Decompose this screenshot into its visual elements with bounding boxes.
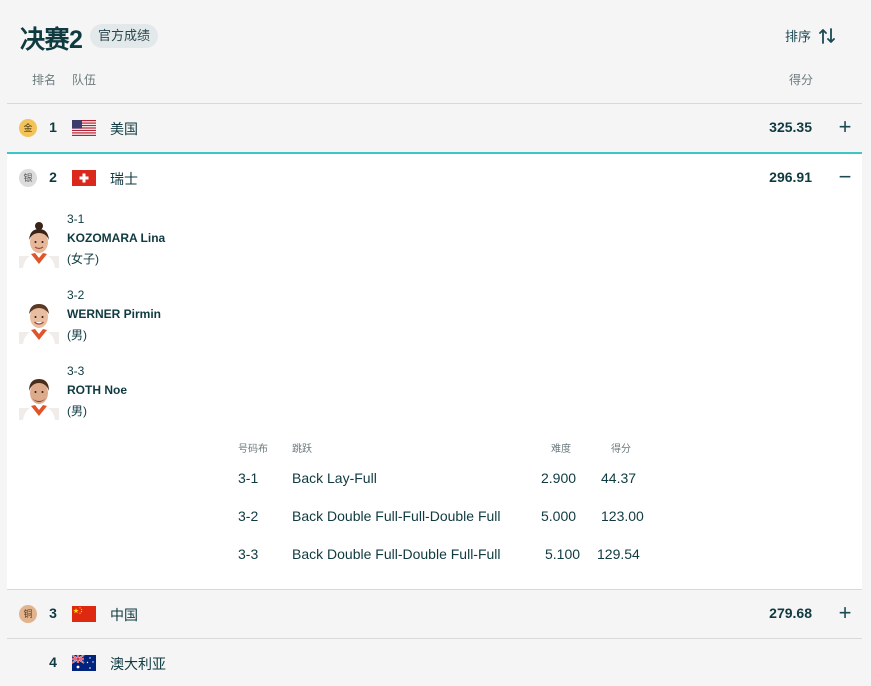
jumps-header-score: 得分	[611, 444, 631, 455]
gold-medal-icon: 金	[19, 119, 37, 137]
athlete-bib: 3-2	[67, 288, 85, 302]
jump-score: 129.54	[597, 546, 640, 562]
usa-flag-icon	[72, 120, 96, 136]
jump-bib: 3-2	[238, 508, 259, 524]
collapse-minus-icon[interactable]: −	[836, 166, 854, 188]
official-results-badge: 官方成绩	[90, 24, 159, 48]
jump-row: 3-3 Back Double Full-Double Full-Full 5.…	[7, 546, 862, 570]
athlete-item[interactable]: 3-2 WERNER Pirmin (男)	[19, 288, 319, 348]
column-header-team: 队伍	[72, 73, 97, 87]
expand-plus-icon[interactable]: +	[836, 116, 854, 138]
athlete-gender: (女子)	[67, 252, 99, 266]
jumps-header-bib: 号码布	[238, 444, 268, 455]
jumps-header-jump: 跳跃	[292, 444, 312, 455]
team-row-usa[interactable]: 金 1 美国 325.35 +	[7, 104, 862, 152]
team-name: 澳大利亚	[110, 656, 166, 672]
team-row-switzerland[interactable]: 银 2 瑞士 296.91 −	[7, 154, 862, 202]
sort-icon	[819, 27, 835, 44]
results-header: 决赛2 官方成绩 排序 排名 队伍 得分	[0, 0, 871, 104]
athlete-gender: (男)	[67, 404, 87, 418]
team-score: 279.68	[769, 605, 812, 621]
athlete-bib: 3-3	[67, 364, 85, 378]
jump-bib: 3-1	[238, 470, 259, 486]
athlete-avatar	[19, 379, 59, 420]
athlete-item[interactable]: 3-3 ROTH Noe (男)	[19, 364, 319, 424]
column-header-rank: 排名	[32, 73, 57, 87]
athlete-name: KOZOMARA Lina	[67, 231, 166, 245]
athlete-avatar	[19, 222, 59, 268]
page-title: 决赛2	[20, 26, 83, 54]
athlete-name: WERNER Pirmin	[67, 307, 162, 321]
jump-name: Back Lay-Full	[292, 470, 377, 486]
jump-name: Back Double Full-Double Full-Full	[292, 546, 501, 562]
athlete-item[interactable]: 3-1 KOZOMARA Lina (女子)	[19, 212, 319, 272]
team-name: 美国	[110, 121, 138, 137]
jump-bib: 3-3	[238, 546, 259, 562]
jump-score: 123.00	[601, 508, 644, 524]
athlete-bib: 3-1	[67, 212, 85, 226]
jump-difficulty: 5.100	[545, 546, 581, 562]
team-rank: 3	[49, 605, 57, 621]
team-rank: 4	[49, 654, 57, 670]
team-rank: 2	[49, 169, 57, 185]
australia-flag-icon	[72, 655, 96, 671]
athlete-avatar	[19, 304, 59, 344]
team-score: 325.35	[769, 119, 812, 135]
jump-name: Back Double Full-Full-Double Full	[292, 508, 501, 524]
team-row-australia[interactable]: 4 澳大利亚	[7, 639, 862, 686]
expand-plus-icon[interactable]: +	[836, 602, 854, 624]
team-rank: 1	[49, 119, 57, 135]
jumps-header-difficulty: 难度	[551, 444, 571, 455]
athlete-gender: (男)	[67, 328, 87, 342]
jump-score: 44.37	[601, 470, 637, 486]
jump-row: 3-2 Back Double Full-Full-Double Full 5.…	[7, 508, 862, 532]
silver-medal-icon: 银	[19, 169, 37, 187]
sort-button[interactable]: 排序	[785, 26, 835, 45]
column-header-score: 得分	[788, 73, 813, 87]
china-flag-icon	[72, 606, 96, 622]
switzerland-flag-icon	[72, 170, 96, 186]
jump-row: 3-1 Back Lay-Full 2.900 44.37	[7, 470, 862, 494]
sort-label: 排序	[784, 29, 811, 44]
athlete-name: ROTH Noe	[67, 383, 127, 397]
team-row-china[interactable]: 铜 3 中国 279.68 +	[7, 590, 862, 638]
team-name: 瑞士	[110, 171, 138, 187]
jump-difficulty: 2.900	[541, 470, 577, 486]
bronze-medal-icon: 铜	[19, 605, 37, 623]
team-score: 296.91	[769, 169, 812, 185]
jump-difficulty: 5.000	[541, 508, 577, 524]
expanded-team-panel: 银 2 瑞士 296.91 − 3-1 KOZOMARA Lina (女子) 3…	[7, 152, 862, 589]
team-name: 中国	[110, 607, 138, 623]
